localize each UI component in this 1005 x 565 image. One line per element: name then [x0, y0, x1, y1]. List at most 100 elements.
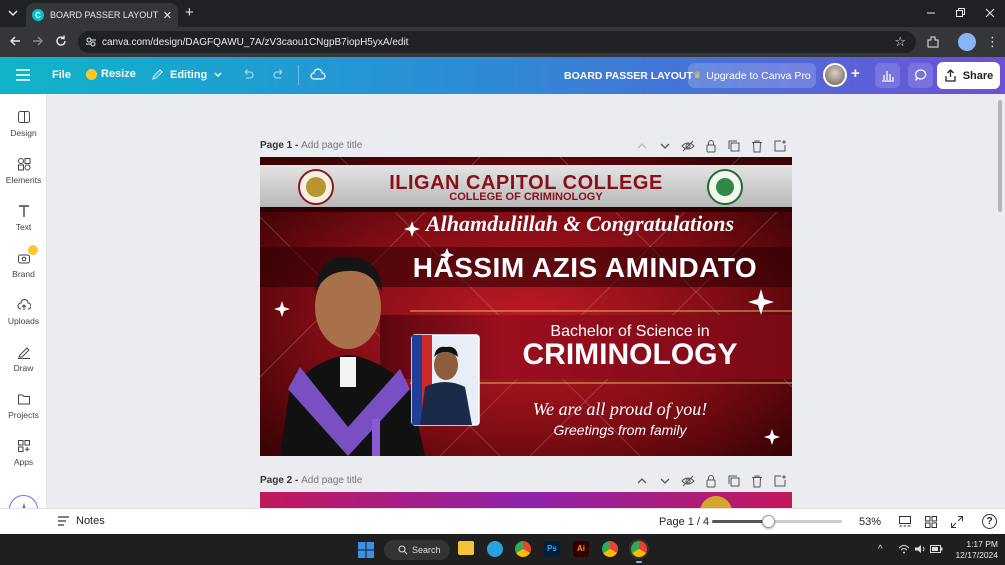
battery-icon[interactable] [930, 544, 943, 554]
add-page-icon[interactable] [773, 474, 787, 488]
reload-icon[interactable] [54, 34, 68, 48]
lock-icon[interactable] [704, 139, 718, 153]
menu-hamburger-icon[interactable] [16, 69, 30, 81]
trash-icon[interactable] [750, 139, 764, 153]
header-divider [298, 65, 299, 85]
page-title-placeholder[interactable]: Add page title [301, 140, 362, 151]
sidebar-item-brand[interactable]: Brand [0, 245, 47, 289]
tray-overflow-chevron-icon[interactable]: ^ [878, 544, 883, 555]
pro-badge-crown-icon [28, 245, 38, 255]
add-page-icon[interactable] [773, 139, 787, 153]
restore-icon[interactable] [953, 6, 967, 20]
back-icon[interactable] [8, 34, 22, 48]
greeting-text[interactable]: Alhamdulillah & Congratulations [410, 211, 750, 237]
speaker-icon[interactable] [914, 544, 926, 554]
comments-button[interactable] [908, 63, 933, 88]
hide-eye-icon[interactable] [681, 474, 695, 488]
tab-close-icon[interactable]: ✕ [163, 9, 172, 22]
sidebar-item-design[interactable]: Design [0, 104, 47, 148]
chrome-icon[interactable] [515, 541, 531, 557]
design-title[interactable]: BOARD PASSER LAYOUT [564, 70, 693, 82]
sidebar-label: Brand [12, 269, 35, 279]
close-window-icon[interactable] [983, 6, 997, 20]
move-down-chevron-icon[interactable] [658, 474, 672, 488]
taskbar-search[interactable]: Search [384, 540, 450, 560]
workspace-scrollbar[interactable] [998, 100, 1002, 212]
undo-icon[interactable] [241, 68, 255, 82]
tab-title: BOARD PASSER LAYOUT - 16 × [50, 10, 159, 20]
duplicate-icon[interactable] [727, 139, 741, 153]
system-clock[interactable]: 1:17 PM 12/17/2024 [950, 539, 998, 561]
tab-search-icon[interactable] [6, 6, 20, 20]
zoom-slider-track[interactable] [712, 515, 842, 528]
sidebar-item-apps[interactable]: Apps [0, 433, 47, 477]
page-title-placeholder[interactable]: Add page title [301, 475, 362, 486]
sidebar-item-elements[interactable]: Elements [0, 151, 47, 195]
zoom-slider-handle[interactable] [761, 515, 775, 528]
graduate-name[interactable]: HASSIM AZIS AMINDATO [385, 252, 785, 284]
move-down-chevron-icon[interactable] [658, 139, 672, 153]
site-info-icon[interactable] [85, 36, 97, 48]
design-canvas-page-2[interactable] [260, 492, 792, 508]
sidebar-item-uploads[interactable]: Uploads [0, 292, 47, 336]
editing-mode-button[interactable]: Editing [151, 68, 223, 81]
sidebar-item-text[interactable]: Text [0, 198, 47, 242]
browser-tab-strip: C BOARD PASSER LAYOUT - 16 × ✕ + [0, 0, 1005, 27]
degree-line-2[interactable]: CRIMINOLOGY [470, 338, 790, 372]
page-2-title[interactable]: Page 2 - Add page title [260, 475, 362, 486]
illustrator-icon[interactable]: Ai [573, 541, 589, 557]
fullscreen-icon[interactable] [950, 515, 964, 529]
sidebar-item-draw[interactable]: Draw [0, 339, 47, 383]
share-button[interactable]: Share [937, 62, 1000, 89]
add-collaborator-icon[interactable]: + [851, 65, 860, 82]
wifi-icon[interactable] [898, 544, 910, 554]
browser-tab-active[interactable]: C BOARD PASSER LAYOUT - 16 × ✕ [26, 3, 178, 27]
greetings-from[interactable]: Greetings from family [490, 422, 750, 438]
trash-icon[interactable] [750, 474, 764, 488]
telegram-icon[interactable] [487, 541, 503, 557]
bookmark-star-icon[interactable]: ☆ [894, 34, 906, 50]
move-up-chevron-icon[interactable] [635, 474, 649, 488]
collaborator-avatar[interactable] [823, 63, 847, 87]
design-canvas-page-1[interactable]: ILIGAN CAPITOL COLLEGE COLLEGE OF CRIMIN… [260, 157, 792, 456]
notes-button[interactable]: Notes [57, 515, 105, 527]
resize-button[interactable]: Resize [86, 68, 136, 80]
share-label: Share [962, 69, 994, 82]
search-label: Search [412, 545, 441, 555]
chrome-profile-icon[interactable] [602, 541, 618, 557]
move-up-chevron-icon[interactable] [635, 139, 649, 153]
windows-start-icon[interactable] [358, 542, 374, 558]
department-name[interactable]: COLLEGE OF CRIMINOLOGY [260, 191, 792, 203]
duplicate-icon[interactable] [727, 474, 741, 488]
notes-icon [58, 516, 69, 526]
minimize-icon[interactable] [924, 6, 938, 20]
clock-time: 1:17 PM [966, 539, 998, 549]
profile-avatar[interactable] [958, 33, 976, 51]
sidebar-item-projects[interactable]: Projects [0, 386, 47, 430]
grid-view-icon[interactable] [924, 515, 938, 529]
address-bar[interactable]: canva.com/design/DAGFQAWU_7A/zV3caou1CNg… [78, 31, 916, 53]
file-explorer-icon[interactable] [458, 541, 474, 555]
page-indicator[interactable]: Page 1 / 4 [659, 516, 709, 528]
photoshop-icon[interactable]: Ps [544, 541, 560, 557]
proud-message[interactable]: We are all proud of you! [490, 399, 750, 420]
hide-eye-icon[interactable] [681, 139, 695, 153]
canva-header: File Resize Editing BOARD PASSER LAYOUT … [0, 57, 1005, 94]
upload-cloud-icon [17, 299, 31, 310]
cloud-save-icon[interactable] [310, 68, 326, 82]
redo-icon[interactable] [272, 68, 286, 82]
browser-menu-icon[interactable]: ⋮ [986, 34, 999, 50]
sidebar-label: Elements [5, 175, 42, 185]
zoom-percentage[interactable]: 53% [859, 516, 881, 528]
new-tab-icon[interactable]: + [185, 4, 199, 22]
page-1-title[interactable]: Page 1 - Add page title [260, 140, 362, 151]
forward-icon[interactable] [31, 34, 45, 48]
pages-view-icon[interactable] [898, 515, 912, 529]
chrome-active-icon[interactable] [631, 541, 647, 557]
help-button[interactable]: ? [982, 514, 997, 529]
insights-button[interactable] [875, 63, 900, 88]
file-menu-button[interactable]: File [52, 69, 71, 81]
extensions-icon[interactable] [926, 35, 940, 49]
upgrade-pro-button[interactable]: ♛ Upgrade to Canva Pro [688, 63, 816, 88]
lock-icon[interactable] [704, 474, 718, 488]
